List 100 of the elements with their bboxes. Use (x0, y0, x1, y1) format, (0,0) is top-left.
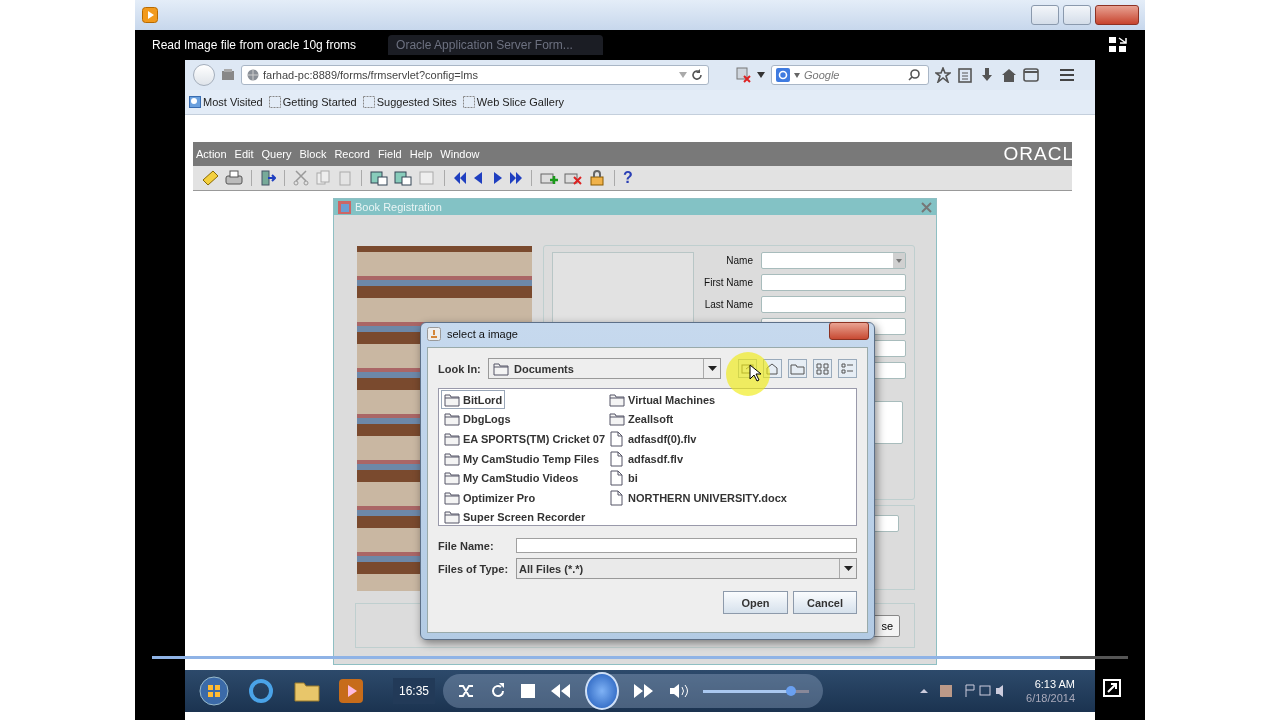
globe-icon (247, 69, 259, 81)
menu-item[interactable]: Action (196, 148, 227, 160)
page-icon (221, 69, 235, 81)
file-item[interactable]: adfasdf(0).flv (606, 429, 700, 449)
print-icon[interactable] (225, 170, 243, 186)
file-item[interactable]: BitLord (441, 390, 506, 410)
seek-bar[interactable] (152, 656, 1128, 659)
menu-item[interactable]: Record (334, 148, 370, 160)
menu-item[interactable]: Help (409, 148, 433, 160)
details-view-icon[interactable] (838, 359, 857, 378)
file-item[interactable]: Super Screen Recorder (441, 507, 589, 527)
bookmark-link[interactable]: Most Visited (189, 96, 263, 108)
search-field[interactable]: Google (804, 69, 904, 81)
last-record-icon[interactable] (509, 171, 523, 185)
search-bar[interactable]: Google (771, 65, 929, 85)
play-button[interactable] (585, 672, 620, 710)
menu-item[interactable]: Edit (234, 148, 254, 160)
input-field[interactable] (761, 296, 906, 313)
start-orb-icon[interactable] (199, 676, 229, 706)
clock-time: 6:13 AM (1033, 677, 1075, 691)
close-icon[interactable] (921, 201, 932, 213)
fullscreen-icon[interactable] (1103, 679, 1121, 697)
media-icon[interactable] (339, 679, 363, 703)
previous-record-icon[interactable] (473, 171, 485, 185)
query-run-icon[interactable] (394, 170, 412, 186)
clock-date: 6/18/2014 (1026, 691, 1075, 705)
download-icon[interactable] (979, 67, 995, 83)
file-item[interactable]: My CamStudio Temp Files (441, 449, 603, 469)
page-outline-icon (462, 96, 475, 108)
file-type-dropdown[interactable]: All Files (*.*) (516, 558, 857, 579)
page-outline-icon (362, 96, 375, 108)
browser-tab[interactable]: Read Image file from oracle 10g froms (152, 35, 369, 55)
volume-slider[interactable] (703, 689, 810, 693)
file-item[interactable]: Zeallsoft (606, 409, 677, 429)
address-text: farhad-pc:8889/forms/frmservlet?config=lms (263, 69, 479, 81)
notepad-icon[interactable] (201, 170, 219, 186)
menu-item[interactable]: Field (377, 148, 402, 160)
field-label: Name (725, 254, 753, 268)
field-label: File Name: (438, 539, 495, 552)
bookmark-link[interactable]: Getting Started (268, 96, 357, 108)
star-icon[interactable] (935, 67, 951, 83)
dropdown-icon (843, 566, 853, 571)
input-field[interactable] (516, 538, 857, 553)
file-icon (609, 431, 625, 447)
mouse-pointer-icon (749, 364, 761, 382)
menu-item[interactable]: Query (261, 148, 292, 160)
file-item[interactable]: DbgLogs (441, 409, 514, 429)
query-icon[interactable] (370, 170, 388, 186)
dropdown-icon[interactable] (757, 72, 765, 78)
file-item[interactable]: Optimizer Pro (441, 488, 539, 508)
bookmark-link[interactable]: Web Slice Gallery (462, 96, 565, 108)
window-icon[interactable] (1023, 67, 1039, 83)
insert-record-icon[interactable] (540, 170, 558, 186)
file-item[interactable]: NORTHERN UNIVERSITY.docx (606, 488, 790, 508)
field-label: Last Name (704, 298, 753, 312)
bookmark-icon (189, 96, 201, 108)
file-item[interactable]: EA SPORTS(TM) Cricket 07 (441, 429, 608, 449)
maximize-button[interactable] (1063, 5, 1091, 25)
reload-icon[interactable] (691, 69, 703, 81)
home-icon[interactable] (1001, 67, 1017, 83)
list-view-icon[interactable] (813, 359, 832, 378)
folder-icon (444, 470, 460, 487)
input-field[interactable] (761, 274, 906, 291)
file-icon (609, 489, 625, 506)
help-button[interactable]: ? (623, 170, 633, 186)
file-item[interactable]: Virtual Machines (606, 390, 719, 410)
close-button[interactable] (829, 322, 869, 340)
bookmark-link[interactable]: Suggested Sites (362, 96, 457, 108)
delete-record-icon[interactable] (564, 170, 582, 186)
open-button[interactable]: Open (723, 591, 788, 614)
folder-icon (609, 411, 625, 428)
menu-item[interactable]: Block (299, 148, 327, 160)
minimize-button[interactable] (1031, 5, 1059, 25)
browser-tab[interactable]: Oracle Application Server Form... (388, 35, 603, 55)
folder-icon (609, 391, 625, 408)
folder-icon[interactable] (293, 679, 321, 703)
close-button[interactable] (1095, 5, 1139, 25)
file-item[interactable]: My CamStudio Videos (441, 468, 582, 488)
rewind-icon[interactable] (549, 684, 572, 698)
grid-icon[interactable] (1109, 37, 1127, 53)
browser-icon[interactable] (247, 677, 275, 705)
file-item[interactable]: bi (606, 468, 641, 488)
blocked-page-icon[interactable] (735, 67, 751, 83)
cancel-button[interactable]: Cancel (793, 591, 857, 614)
volume-icon[interactable] (669, 683, 690, 699)
stop-icon[interactable] (521, 684, 536, 698)
menu-icon[interactable] (1059, 68, 1075, 82)
exit-icon[interactable] (260, 170, 276, 186)
dropdown-field[interactable] (761, 252, 906, 269)
search-icon[interactable] (908, 69, 920, 81)
look-in-dropdown[interactable]: Documents (488, 358, 721, 379)
menu-item[interactable]: Window (440, 148, 480, 160)
folder-icon (444, 450, 460, 467)
new-folder-icon[interactable] (788, 359, 807, 378)
file-item[interactable]: adfasdf.flv (606, 449, 686, 469)
lock-icon[interactable] (588, 170, 606, 186)
next-record-icon[interactable] (491, 171, 503, 185)
shuffle-icon[interactable] (457, 682, 476, 700)
clipboard-icon[interactable] (957, 67, 973, 83)
first-record-icon[interactable] (453, 171, 467, 185)
